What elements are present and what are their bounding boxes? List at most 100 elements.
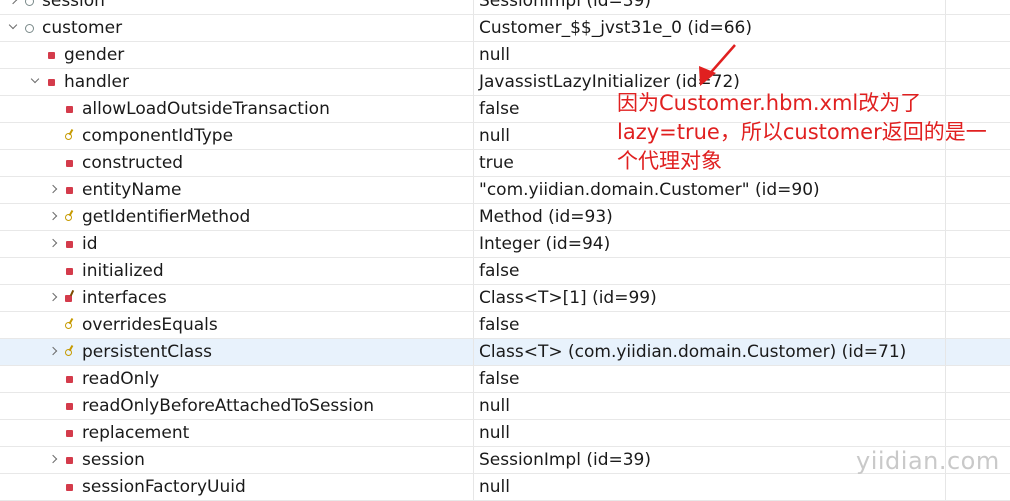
variable-name-cell: session [46,447,145,473]
variable-value: Integer (id=94) [479,234,611,254]
expand-arrow-icon[interactable] [46,231,62,257]
variable-name-cell: replacement [46,420,189,446]
column-divider[interactable] [945,204,946,230]
column-divider[interactable] [945,177,946,203]
column-divider[interactable] [473,366,474,392]
final-field-icon [62,339,76,365]
variable-value: Method (id=93) [479,207,613,227]
variable-name: componentIdType [82,126,234,146]
variable-name-cell: handler [28,69,129,95]
variable-name-cell: componentIdType [46,123,233,149]
collapse-arrow-icon[interactable] [28,69,44,95]
tree-row-readOnly[interactable]: readOnly false [0,366,1010,393]
tree-row-getIdentifierMethod[interactable]: getIdentifierMethod Method (id=93) [0,204,1010,231]
column-divider[interactable] [945,42,946,68]
column-divider[interactable] [473,123,474,149]
private-field-icon [62,150,76,176]
tree-row-sessionFactoryUuid[interactable]: sessionFactoryUuid null [0,474,1010,501]
variable-value: Class<T>[1] (id=99) [479,288,657,308]
column-divider[interactable] [473,231,474,257]
tree-row-persistentClass[interactable]: persistentClass Class<T> (com.yiidian.dom… [0,339,1010,366]
expand-arrow-icon[interactable] [46,339,62,365]
variable-name-cell: customer [6,15,122,41]
variable-name: interfaces [82,288,167,308]
final-field-icon [62,123,76,149]
expand-arrow-icon[interactable] [46,177,62,203]
variable-value: false [479,99,520,119]
column-divider[interactable] [945,285,946,311]
column-divider[interactable] [473,69,474,95]
tree-row-id[interactable]: id Integer (id=94) [0,231,1010,258]
column-divider[interactable] [473,0,474,14]
column-divider[interactable] [473,312,474,338]
private-field-icon [62,474,76,500]
column-divider[interactable] [945,366,946,392]
variable-name: session [42,0,105,11]
variable-name-cell: readOnlyBeforeAttachedToSession [46,393,374,419]
variable-name-cell: allowLoadOutsideTransaction [46,96,330,122]
variable-value: Customer_$$_jvst31e_0 (id=66) [479,18,752,38]
variable-value: true [479,153,514,173]
column-divider[interactable] [473,420,474,446]
tree-row-overridesEquals[interactable]: overridesEquals false [0,312,1010,339]
column-divider[interactable] [945,393,946,419]
column-divider[interactable] [945,339,946,365]
tree-row-readOnlyBeforeAttachedToSession[interactable]: readOnlyBeforeAttachedToSession null [0,393,1010,420]
expand-arrow-icon[interactable] [46,285,62,311]
variable-value: false [479,261,520,281]
variable-name-cell: getIdentifierMethod [46,204,250,230]
tree-row-replacement[interactable]: replacement null [0,420,1010,447]
tree-row-session[interactable]: session SessionImpl (id=39) [0,0,1010,15]
column-divider[interactable] [945,258,946,284]
column-divider[interactable] [945,474,946,500]
column-divider[interactable] [473,150,474,176]
column-divider[interactable] [473,339,474,365]
variable-value: null [479,45,510,65]
tree-row-customer[interactable]: customer Customer_$$_jvst31e_0 (id=66) [0,15,1010,42]
column-divider[interactable] [473,474,474,500]
local-variable-icon [22,15,36,41]
column-divider[interactable] [473,447,474,473]
column-divider[interactable] [473,15,474,41]
variable-name-cell: readOnly [46,366,159,392]
expand-arrow-icon[interactable] [46,447,62,473]
column-divider[interactable] [945,231,946,257]
tree-row-entityName[interactable]: entityName "com.yiidian.domain.Customer" … [0,177,1010,204]
variable-name: gender [64,45,125,65]
expand-arrow-icon[interactable] [46,204,62,230]
expand-arrow-icon[interactable] [6,0,22,14]
variable-name: initialized [82,261,164,281]
column-divider[interactable] [945,420,946,446]
variable-name-cell: constructed [46,150,183,176]
variable-name-cell: session [6,0,105,14]
column-divider[interactable] [945,0,946,14]
final-field-icon [62,204,76,230]
private-field-icon [44,42,58,68]
variable-name-cell: initialized [46,258,164,284]
column-divider[interactable] [473,204,474,230]
column-divider[interactable] [945,312,946,338]
variables-tree: session SessionImpl (id=39) customer Custom… [0,0,1010,501]
column-divider[interactable] [473,393,474,419]
column-divider[interactable] [473,285,474,311]
watermark: yiidian.com [856,447,1000,475]
variable-name: replacement [82,423,190,443]
tree-row-interfaces[interactable]: interfaces Class<T>[1] (id=99) [0,285,1010,312]
local-variable-icon [22,0,36,14]
tree-row-gender[interactable]: gender null [0,42,1010,69]
column-divider[interactable] [945,15,946,41]
variable-name-cell: interfaces [46,285,167,311]
annotation-line-2: lazy=true，所以customer返回的是一 [617,120,987,144]
column-divider[interactable] [473,177,474,203]
collapse-arrow-icon[interactable] [6,15,22,41]
column-divider[interactable] [473,96,474,122]
column-divider[interactable] [473,42,474,68]
tree-row-initialized[interactable]: initialized false [0,258,1010,285]
column-divider[interactable] [473,258,474,284]
